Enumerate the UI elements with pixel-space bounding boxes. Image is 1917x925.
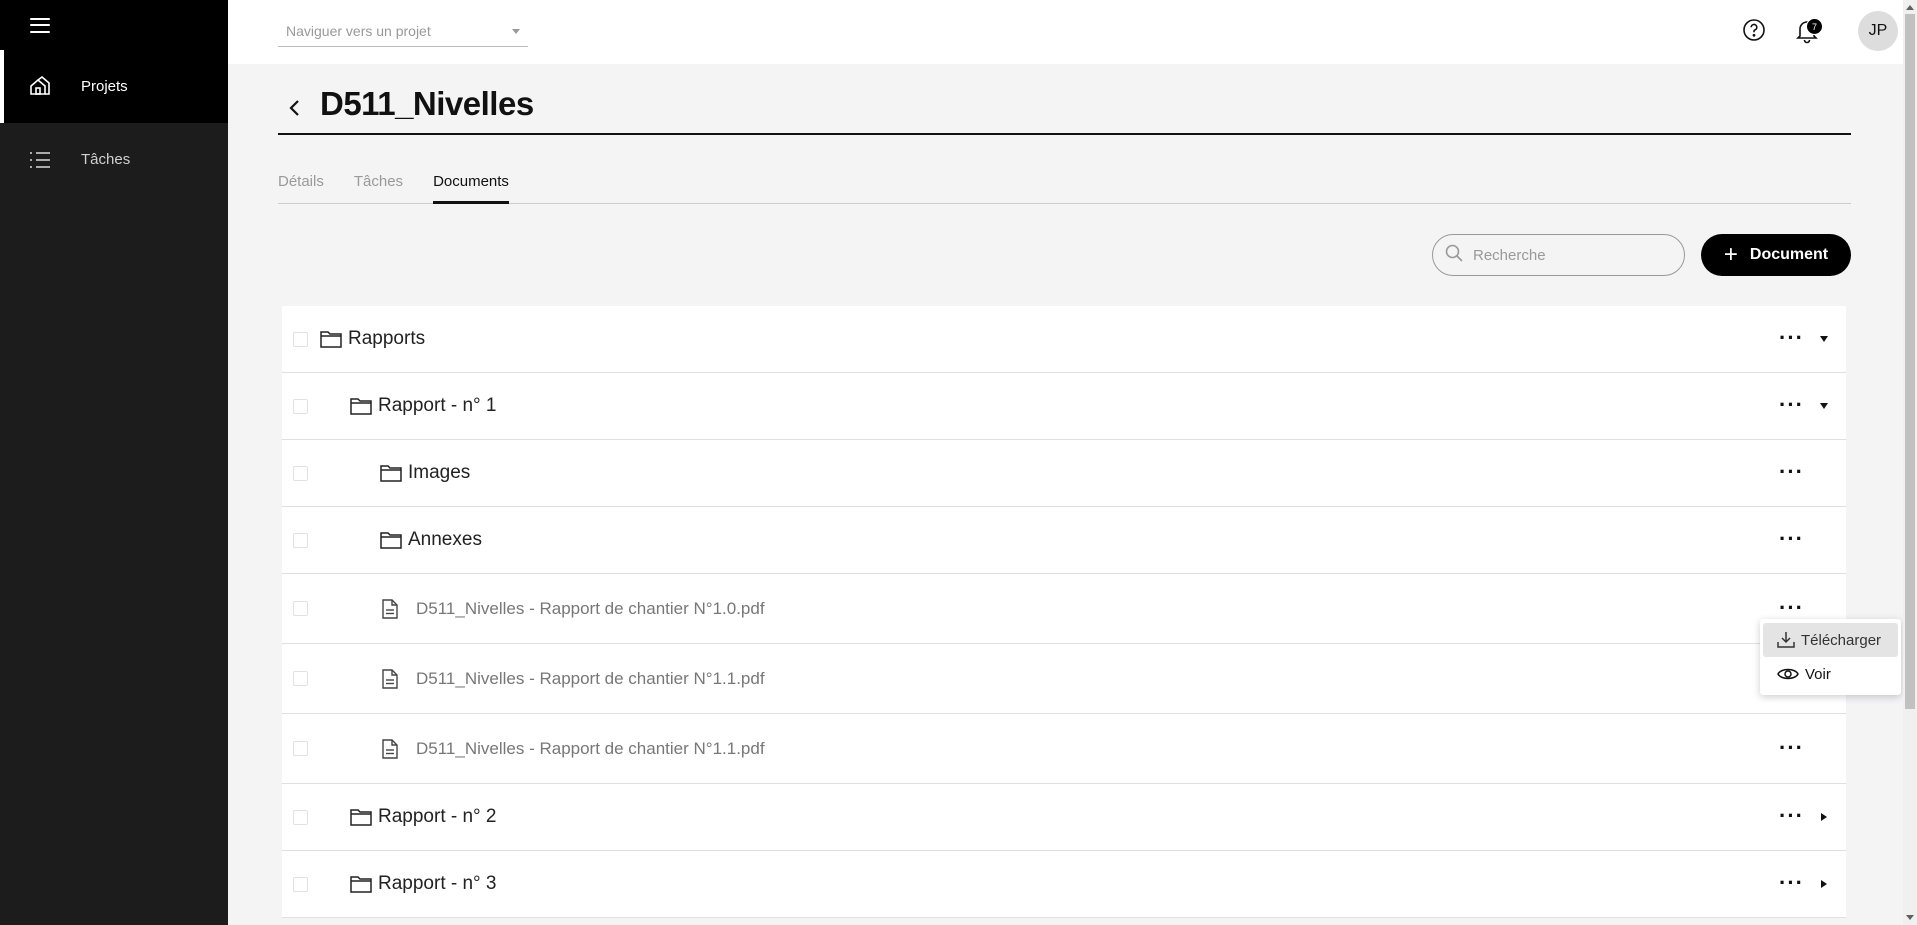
folder-icon — [350, 876, 372, 893]
file-name: D511_Nivelles - Rapport de chantier N°1.… — [416, 668, 765, 688]
row-checkbox[interactable] — [293, 398, 308, 414]
row-checkbox[interactable] — [293, 671, 308, 686]
folder-icon — [320, 331, 342, 348]
sidebar-item-taches[interactable]: Tâches — [0, 123, 228, 196]
sidebar-item-label: Projets — [81, 78, 128, 95]
tree-item[interactable]: Rapport - n° 1 — [350, 395, 497, 417]
sidebar-header — [0, 0, 228, 50]
tree-item[interactable]: Rapport - n° 2 — [350, 806, 497, 828]
menu-item-label: Télécharger — [1801, 631, 1882, 649]
vertical-scrollbar[interactable] — [1903, 0, 1917, 925]
page-title: D511_Nivelles — [320, 84, 534, 122]
back-arrow-icon[interactable] — [284, 97, 306, 119]
notification-badge: 7 — [1806, 18, 1823, 35]
topbar: Naviguer vers un projet 7 JP — [228, 0, 1917, 64]
tab-documents[interactable]: Documents — [433, 168, 509, 204]
search-input[interactable] — [1473, 246, 1663, 264]
more-options-icon[interactable]: ··· — [1779, 872, 1804, 894]
row-checkbox[interactable] — [293, 331, 308, 347]
folder-name: Annexes — [408, 529, 482, 550]
more-options-icon[interactable]: ··· — [1779, 528, 1804, 550]
more-options-icon[interactable]: ··· — [1779, 596, 1804, 618]
folder-name: Rapport - n° 2 — [378, 806, 497, 827]
menu-item-telecharger[interactable]: Télécharger — [1763, 623, 1898, 657]
more-options-icon[interactable]: ··· — [1779, 394, 1804, 416]
tree-row[interactable]: Annexes ··· — [282, 507, 1846, 574]
more-options-icon[interactable]: ··· — [1779, 327, 1804, 349]
list-icon — [28, 148, 52, 172]
tree-item[interactable]: Rapports — [320, 328, 425, 350]
caret-down-icon — [512, 29, 520, 34]
more-options-icon[interactable]: ··· — [1779, 736, 1804, 758]
tree-row[interactable]: Rapport - n° 2 ··· — [282, 784, 1846, 851]
tree-row[interactable]: Rapports ··· — [282, 306, 1846, 373]
hamburger-menu-icon[interactable] — [30, 17, 50, 33]
more-options-icon[interactable]: ··· — [1779, 805, 1804, 827]
document-tree: Rapports ··· Rapport - n° 1 ··· Images ·… — [282, 306, 1846, 918]
plus-icon: + — [1723, 241, 1738, 268]
file-icon — [382, 738, 398, 759]
scroll-thumb[interactable] — [1905, 14, 1915, 709]
help-icon[interactable] — [1742, 18, 1766, 42]
home-icon — [28, 75, 52, 99]
scroll-up-icon[interactable] — [1906, 5, 1914, 10]
page-header: D511_Nivelles — [278, 82, 1851, 135]
file-icon — [382, 668, 398, 689]
row-checkbox[interactable] — [293, 809, 308, 825]
tree-row[interactable]: D511_Nivelles - Rapport de chantier N°1.… — [282, 714, 1846, 784]
download-icon — [1777, 632, 1795, 648]
tree-item[interactable]: Rapport - n° 3 — [350, 873, 497, 895]
eye-icon — [1777, 668, 1799, 680]
tab-details[interactable]: Détails — [278, 168, 324, 204]
row-checkbox[interactable] — [293, 741, 308, 756]
tree-item[interactable]: Images — [380, 462, 470, 484]
row-checkbox[interactable] — [293, 601, 308, 616]
tabs: Détails Tâches Documents — [278, 168, 1851, 204]
search-icon — [1445, 244, 1463, 267]
folder-name: Images — [408, 462, 471, 483]
sidebar-item-projets[interactable]: Projets — [0, 50, 228, 123]
folder-icon — [350, 809, 372, 826]
folder-icon — [350, 398, 372, 415]
row-checkbox[interactable] — [293, 465, 308, 481]
add-document-button[interactable]: + Document — [1701, 234, 1851, 276]
tree-row[interactable]: D511_Nivelles - Rapport de chantier N°1.… — [282, 574, 1846, 644]
tree-item[interactable]: D511_Nivelles - Rapport de chantier N°1.… — [382, 599, 765, 619]
row-checkbox[interactable] — [293, 876, 308, 892]
folder-icon — [380, 465, 402, 482]
folder-name: Rapport - n° 1 — [378, 395, 497, 416]
file-name: D511_Nivelles - Rapport de chantier N°1.… — [416, 598, 765, 618]
tree-row[interactable]: Rapport - n° 1 ··· — [282, 373, 1846, 440]
context-menu: Télécharger Voir — [1760, 619, 1901, 695]
tree-row[interactable]: Rapport - n° 3 ··· — [282, 851, 1846, 918]
add-document-label: Document — [1749, 246, 1829, 263]
expand-toggle-icon[interactable] — [1818, 811, 1830, 823]
tree-item[interactable]: Annexes — [380, 529, 482, 551]
tree-item[interactable]: D511_Nivelles - Rapport de chantier N°1.… — [382, 739, 765, 759]
project-navigation-select[interactable]: Naviguer vers un projet — [278, 20, 528, 47]
scroll-down-icon[interactable] — [1906, 915, 1914, 920]
more-options-icon[interactable]: ··· — [1779, 461, 1804, 483]
tab-taches[interactable]: Tâches — [354, 168, 403, 204]
file-icon — [382, 598, 398, 619]
expand-toggle-icon[interactable] — [1818, 878, 1830, 890]
file-name: D511_Nivelles - Rapport de chantier N°1.… — [416, 738, 765, 758]
project-select-placeholder: Naviguer vers un projet — [286, 23, 431, 39]
folder-name: Rapports — [348, 328, 426, 349]
search-box — [1432, 234, 1685, 276]
sidebar: Projets Tâches — [0, 0, 228, 925]
tree-row[interactable]: D511_Nivelles - Rapport de chantier N°1.… — [282, 644, 1846, 714]
menu-item-voir[interactable]: Voir — [1763, 657, 1898, 691]
row-checkbox[interactable] — [293, 532, 308, 548]
expand-toggle-icon[interactable] — [1818, 400, 1830, 412]
folder-name: Rapport - n° 3 — [378, 873, 497, 894]
expand-toggle-icon[interactable] — [1818, 333, 1830, 345]
tree-item[interactable]: D511_Nivelles - Rapport de chantier N°1.… — [382, 669, 765, 689]
tree-row[interactable]: Images ··· — [282, 440, 1846, 507]
sidebar-item-label: Tâches — [81, 151, 131, 168]
menu-item-label: Voir — [1805, 665, 1831, 683]
avatar[interactable]: JP — [1858, 11, 1898, 51]
folder-icon — [380, 532, 402, 549]
